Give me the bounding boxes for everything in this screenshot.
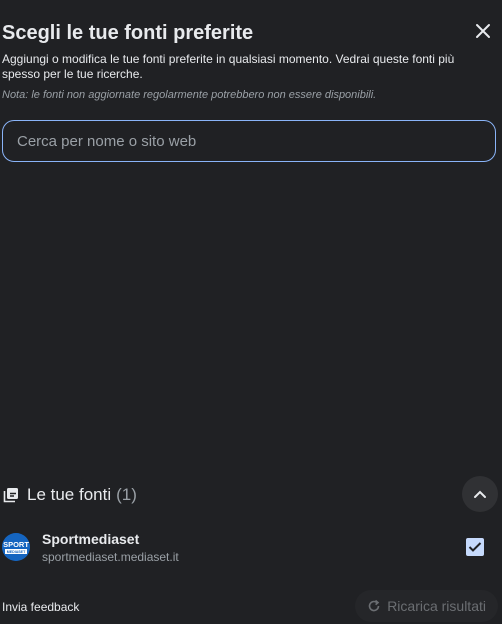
close-button[interactable] [470, 18, 496, 44]
sportmediaset-logo: SPORT MEDIASET [2, 533, 30, 561]
dialog-note: Nota: le fonti non aggiornate regolarmen… [2, 89, 377, 101]
sources-count: (1) [116, 485, 137, 504]
source-name: Sportmediaset [42, 531, 140, 547]
logo-text-bottom: MEDIASET [7, 550, 26, 554]
reload-label: Ricarica risultati [387, 598, 486, 614]
source-url: sportmediaset.mediaset.it [42, 550, 179, 564]
logo-text-top: SPORT [3, 540, 29, 549]
chevron-up-icon [474, 490, 486, 498]
refresh-icon [367, 599, 381, 613]
check-icon [468, 542, 482, 552]
dialog-description: Aggiungi o modifica le tue fonti preferi… [2, 52, 455, 81]
sources-icon [3, 488, 18, 503]
dialog-header: Scegli le tue fonti preferite Aggiungi o… [2, 20, 502, 102]
close-icon [476, 24, 490, 38]
sources-header: Le tue fonti (1) [3, 476, 498, 512]
collapse-button[interactable] [462, 476, 498, 512]
source-checkbox[interactable] [466, 538, 484, 556]
feedback-link[interactable]: Invia feedback [2, 600, 79, 614]
source-item: SPORT MEDIASET Sportmediaset sportmedias… [2, 530, 484, 566]
sources-title: Le tue fonti [27, 485, 112, 504]
dialog-title: Scegli le tue fonti preferite [2, 22, 254, 44]
footer: Invia feedback Ricarica risultati [2, 590, 502, 622]
reload-button[interactable]: Ricarica risultati [355, 590, 498, 622]
search-input[interactable] [2, 120, 496, 162]
